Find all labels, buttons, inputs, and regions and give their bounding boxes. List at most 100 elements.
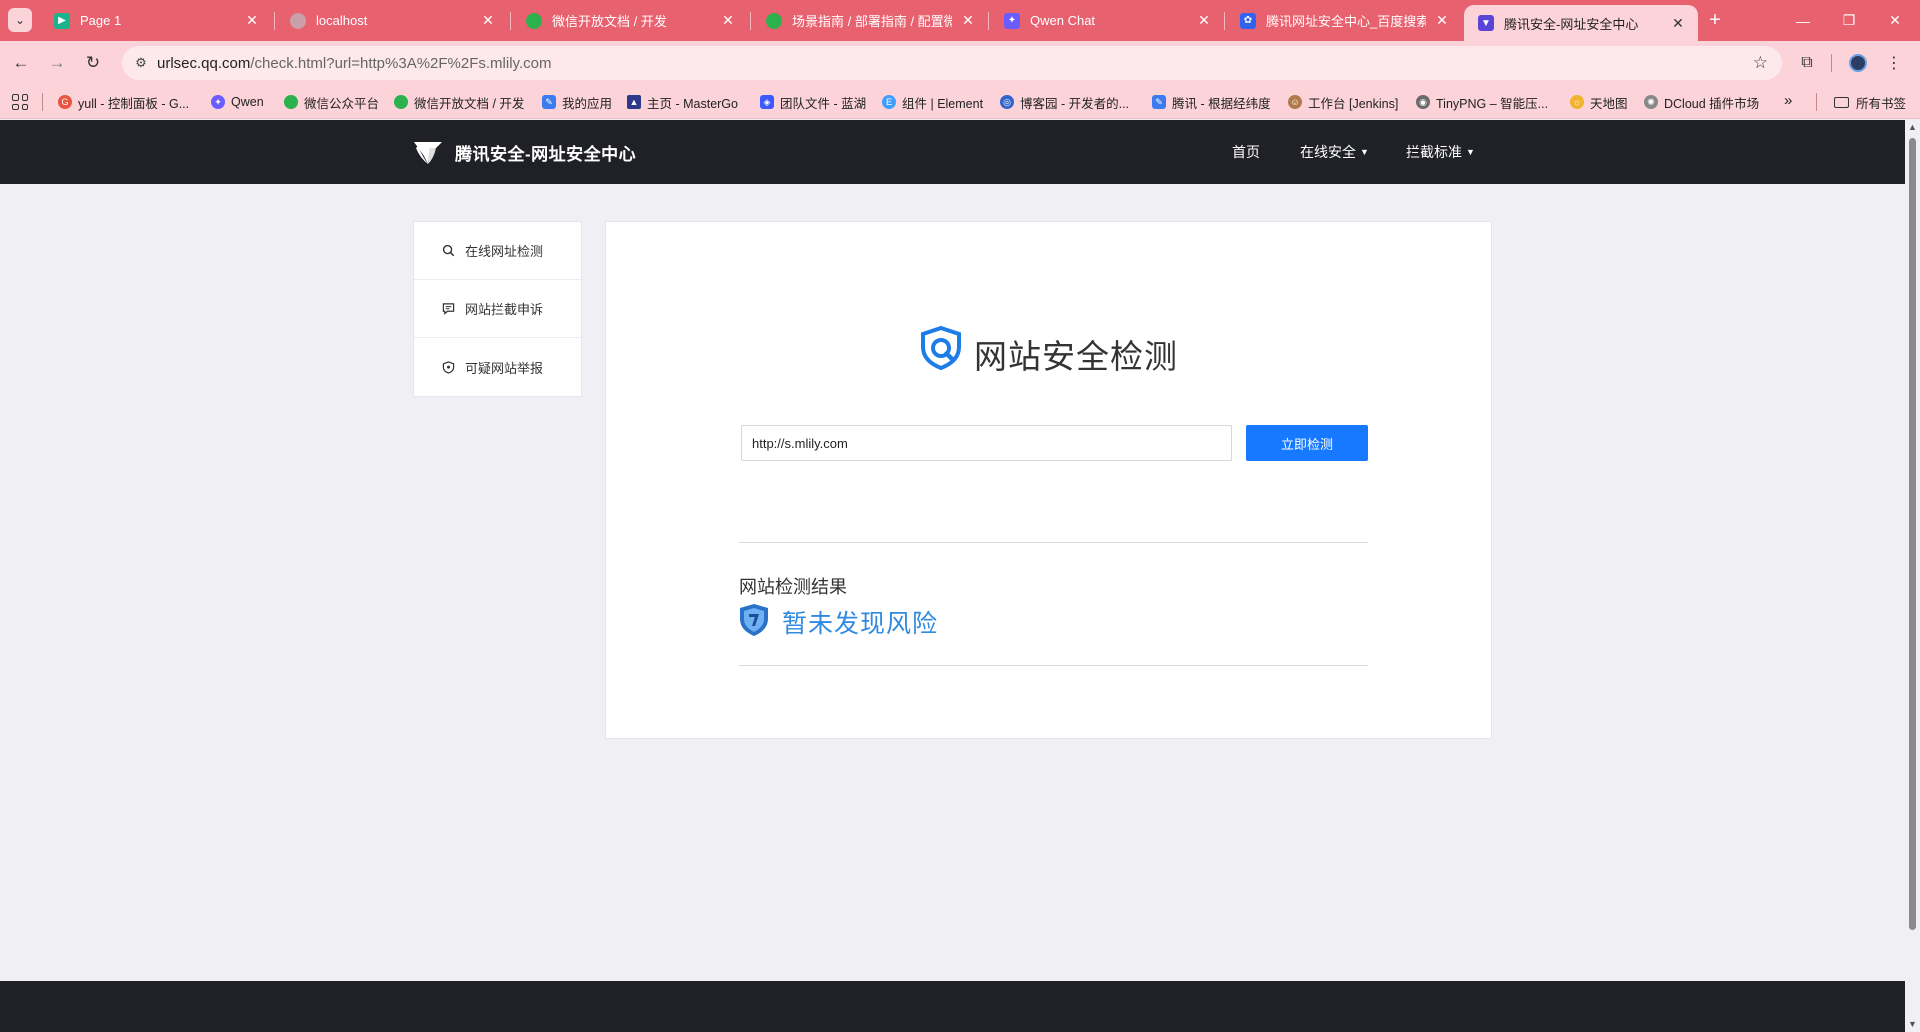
- close-window-button[interactable]: ✕: [1872, 0, 1918, 41]
- nav-online-security[interactable]: 在线安全 ▼: [1300, 142, 1369, 162]
- result-divider-top: [739, 542, 1368, 543]
- browser-tab[interactable]: 场景指南 / 部署指南 / 配置微信 ✕: [752, 0, 988, 41]
- profile-avatar[interactable]: [1846, 51, 1870, 75]
- bookmark-favicon-icon: [284, 95, 298, 109]
- caret-down-icon: ▼: [1360, 147, 1369, 157]
- close-icon[interactable]: ✕: [1434, 12, 1450, 29]
- browser-tab[interactable]: 微信开放文档 / 开发 ✕: [512, 0, 748, 41]
- bookmark-favicon-icon: ◉: [1416, 95, 1430, 109]
- sidebar-item-url-check[interactable]: 在线网址检测: [414, 222, 581, 280]
- bookmark-favicon-icon: [394, 95, 408, 109]
- tab-label: 腾讯安全-网址安全中心: [1504, 16, 1639, 32]
- close-icon[interactable]: ✕: [244, 12, 260, 29]
- bookmark-item[interactable]: ✦ Qwen: [211, 85, 264, 119]
- bookmark-favicon-icon: ▲: [627, 95, 641, 109]
- bookmark-label: 团队文件 - 蓝湖: [780, 96, 867, 111]
- shield-search-icon: [921, 325, 961, 371]
- bookmark-item[interactable]: ✺ DCloud 插件市场: [1644, 85, 1759, 119]
- site-title[interactable]: 腾讯安全-网址安全中心: [455, 140, 636, 165]
- browser-tab-active[interactable]: ▼ 腾讯安全-网址安全中心 ✕: [1464, 5, 1698, 41]
- tab-search-button[interactable]: ⌄: [8, 8, 32, 32]
- bookmark-item[interactable]: ☺ 工作台 [Jenkins]: [1288, 85, 1398, 119]
- restore-icon: ❐: [1842, 12, 1856, 28]
- close-icon[interactable]: ✕: [960, 12, 976, 29]
- extensions-icon[interactable]: ⧉: [1795, 51, 1819, 75]
- bookmark-favicon-icon: ◈: [760, 95, 774, 109]
- bookmark-item[interactable]: 微信开放文档 / 开发: [394, 85, 524, 119]
- bookmark-star-icon[interactable]: ☆: [1753, 53, 1768, 73]
- bookmark-separator: [42, 93, 43, 111]
- bookmark-label: 微信公众平台: [304, 96, 380, 111]
- scroll-up-icon[interactable]: ▲: [1908, 123, 1917, 132]
- bookmark-label: 微信开放文档 / 开发: [414, 96, 525, 111]
- page-scrollbar[interactable]: ▲ ▼: [1905, 120, 1920, 1032]
- url-input[interactable]: [741, 425, 1232, 461]
- nav-home-label: 首页: [1232, 144, 1260, 160]
- tencent-security-logo-icon[interactable]: [412, 136, 444, 168]
- browser-tab[interactable]: ✿ 腾讯网址安全中心_百度搜索 ✕: [1226, 0, 1462, 41]
- nav-home[interactable]: 首页: [1232, 142, 1260, 162]
- bookmark-item[interactable]: ▲ 主页 - MasterGo: [627, 85, 738, 119]
- safe-shield-icon: [740, 604, 768, 636]
- folder-icon: [1834, 96, 1849, 108]
- plus-icon: +: [1709, 8, 1721, 31]
- bookmark-favicon-icon: ☼: [1570, 95, 1584, 109]
- all-bookmarks-label: 所有书签: [1856, 96, 1907, 111]
- check-now-button[interactable]: 立即检测: [1246, 425, 1368, 461]
- sidebar-item-report[interactable]: 可疑网站举报: [414, 338, 581, 396]
- bookmark-item[interactable]: Gyull - 控制面板 - G...: [58, 85, 189, 119]
- bookmark-favicon-icon: ✦: [211, 95, 225, 109]
- reload-button[interactable]: ↻: [80, 50, 106, 76]
- tab-favicon-icon: [290, 12, 306, 29]
- close-icon[interactable]: ✕: [480, 12, 496, 29]
- site-info-icon[interactable]: ⚙: [132, 54, 150, 72]
- browser-tab[interactable]: localhost ✕: [276, 0, 508, 41]
- bookmark-label: 组件 | Element: [902, 96, 984, 111]
- close-icon[interactable]: ✕: [720, 12, 736, 29]
- bookmark-item[interactable]: ◉ TinyPNG – 智能压...: [1416, 85, 1548, 119]
- bookmarks-overflow-button[interactable]: »: [1784, 92, 1792, 109]
- bookmark-label: Qwen: [231, 95, 264, 109]
- tab-separator: [988, 12, 989, 30]
- forward-button[interactable]: →: [44, 50, 70, 76]
- bookmark-item[interactable]: E 组件 | Element: [882, 85, 983, 119]
- back-button[interactable]: ←: [8, 50, 34, 76]
- nav-online-security-label: 在线安全: [1300, 144, 1356, 160]
- tab-separator: [1224, 12, 1225, 30]
- new-tab-button[interactable]: +: [1703, 8, 1727, 32]
- sidebar-item-appeal[interactable]: 网站拦截申诉: [414, 280, 581, 338]
- bookmark-item[interactable]: ✎ 腾讯 - 根据经纬度: [1152, 85, 1271, 119]
- nav-block-standard[interactable]: 拦截标准 ▼: [1406, 142, 1475, 162]
- site-footer: [0, 981, 1905, 1032]
- tab-separator: [750, 12, 751, 30]
- menu-kebab-icon[interactable]: ⋮: [1882, 51, 1906, 75]
- bookmark-label: DCloud 插件市场: [1664, 96, 1760, 111]
- bookmark-label: 我的应用: [562, 96, 613, 111]
- bookmark-item[interactable]: ☼ 天地图: [1570, 85, 1628, 119]
- bookmark-item[interactable]: ✎ 我的应用: [542, 85, 612, 119]
- close-icon[interactable]: ✕: [1670, 15, 1686, 31]
- bookmark-favicon-icon: ✎: [1152, 95, 1166, 109]
- bookmark-label: 工作台 [Jenkins]: [1308, 96, 1399, 111]
- scroll-down-icon[interactable]: ▼: [1908, 1020, 1917, 1029]
- all-bookmarks-button[interactable]: 所有书签: [1834, 85, 1906, 119]
- minimize-button[interactable]: —: [1780, 0, 1826, 41]
- scrollbar-thumb[interactable]: [1909, 138, 1916, 930]
- bookmark-item[interactable]: 微信公众平台: [284, 85, 379, 119]
- bookmark-label: 博客园 - 开发者的...: [1020, 96, 1130, 111]
- bookmark-item[interactable]: ◈ 团队文件 - 蓝湖: [760, 85, 866, 119]
- result-divider-bottom: [739, 665, 1368, 666]
- browser-tab[interactable]: ✦ Qwen Chat ✕: [990, 0, 1224, 41]
- nav-block-standard-label: 拦截标准: [1406, 144, 1462, 160]
- bookmark-item[interactable]: ◎ 博客园 - 开发者的...: [1000, 85, 1129, 119]
- bookmark-favicon-icon: ◎: [1000, 95, 1014, 109]
- address-url[interactable]: urlsec.qq.com/check.html?url=http%3A%2F%…: [157, 55, 551, 72]
- restore-button[interactable]: ❐: [1826, 0, 1872, 41]
- bookmark-favicon-icon: ✎: [542, 95, 556, 109]
- shield-icon: [441, 360, 455, 374]
- apps-grid-icon[interactable]: [12, 94, 28, 110]
- address-bar[interactable]: ⚙ urlsec.qq.com/check.html?url=http%3A%2…: [122, 46, 1782, 80]
- close-icon[interactable]: ✕: [1196, 12, 1212, 29]
- browser-tab[interactable]: ▶ Page 1 ✕: [40, 0, 272, 41]
- reload-icon: ↻: [85, 53, 101, 72]
